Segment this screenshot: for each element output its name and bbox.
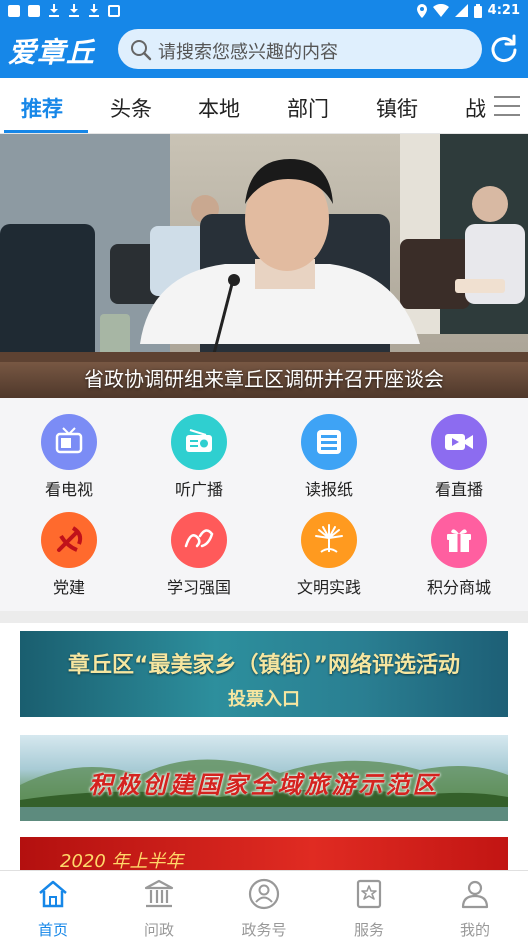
service-icon — [356, 879, 382, 909]
grid-label: 文明实践 — [296, 578, 361, 597]
location-icon — [416, 3, 427, 18]
banner-photo — [0, 134, 528, 398]
grid-item-points-mall[interactable]: 积分商城 — [399, 512, 519, 598]
wifi-icon — [432, 4, 449, 17]
nav-label: 首页 — [37, 921, 68, 938]
profile-icon — [461, 880, 489, 909]
promo-banner-tourism[interactable]: 积极创建国家全域旅游示范区 — [20, 735, 508, 821]
grid-label: 读报纸 — [304, 480, 353, 499]
tab-recommend[interactable]: 推荐 — [21, 93, 63, 123]
grid-label: 积分商城 — [426, 578, 491, 597]
grid-item-xuexi[interactable]: 学习强国 — [139, 512, 259, 598]
nav-home[interactable]: 首页 — [3, 877, 103, 938]
nav-label: 服务 — [353, 921, 384, 938]
app-logo: 爱章丘 — [8, 36, 96, 69]
image-icon — [108, 4, 120, 17]
tab-local[interactable]: 本地 — [198, 93, 240, 123]
grid-label: 看直播 — [434, 480, 483, 499]
promo-banner-vote[interactable]: 章丘区“最美家乡（镇街）”网络评选活动 投票入口 — [20, 631, 508, 717]
clock: 4:21 — [487, 3, 520, 18]
nav-label: 我的 — [459, 921, 490, 938]
newspaper-icon — [301, 414, 357, 470]
grid-label: 看电视 — [44, 480, 93, 499]
promo-banners: 章丘区“最美家乡（镇街）”网络评选活动 投票入口 积极创建国家全域旅游示范区 2… — [0, 623, 528, 877]
app-notification-icon — [28, 4, 40, 17]
tab-headlines[interactable]: 头条 — [110, 93, 152, 123]
signal-icon — [454, 4, 468, 17]
feature-grid: 看电视 听广播 读报纸 看直播 党建 学习强国 文明实践 积分商城 — [0, 398, 528, 611]
bottom-navigation: 首页 问政 政务号 服务 我的 — [0, 870, 528, 938]
tab-departments[interactable]: 部门 — [287, 93, 329, 123]
grid-item-party[interactable]: 党建 — [9, 512, 129, 598]
search-input[interactable]: 请搜索您感兴趣的内容 — [118, 29, 482, 69]
app-screen: 4:21 爱章丘 请搜索您感兴趣的内容 推荐 头条 本地 部门 镇街 战 省政协… — [0, 0, 528, 938]
promo-title: 积极创建国家全域旅游示范区 — [88, 771, 440, 799]
refresh-icon[interactable] — [488, 34, 518, 64]
nav-profile[interactable]: 我的 — [425, 877, 525, 938]
party-icon — [41, 512, 97, 568]
system-icons: 4:21 — [416, 3, 520, 18]
civilization-icon — [301, 512, 357, 568]
download-icon — [48, 4, 60, 17]
nav-inquiry[interactable]: 问政 — [109, 877, 209, 938]
grid-label: 学习强国 — [166, 578, 231, 597]
promo-title: 章丘区“最美家乡（镇街）”网络评选活动 — [68, 653, 460, 678]
news-banner[interactable]: 省政协调研组来章丘区调研并召开座谈会 — [0, 134, 528, 398]
xuexi-icon — [171, 512, 227, 568]
battery-icon — [473, 3, 482, 18]
radio-icon — [171, 414, 227, 470]
download-icon — [68, 4, 80, 17]
gov-account-icon — [248, 878, 280, 910]
app-header: 爱章丘 请搜索您感兴趣的内容 — [0, 22, 528, 78]
search-icon — [131, 40, 152, 61]
grid-label: 听广播 — [174, 480, 223, 499]
tv-icon — [41, 414, 97, 470]
nav-gov-accounts[interactable]: 政务号 — [214, 877, 314, 938]
grid-item-tv[interactable]: 看电视 — [9, 414, 129, 500]
active-tab-indicator — [4, 130, 88, 133]
nav-services[interactable]: 服务 — [319, 877, 419, 938]
nav-label: 政务号 — [241, 921, 287, 938]
channel-menu-icon[interactable] — [494, 96, 520, 116]
channel-tabs: 推荐 头条 本地 部门 镇街 战 — [0, 78, 528, 134]
section-divider — [0, 611, 528, 623]
search-placeholder: 请搜索您感兴趣的内容 — [158, 42, 338, 63]
app-notification-icon — [8, 4, 20, 17]
notification-icons — [8, 4, 120, 17]
grid-item-radio[interactable]: 听广播 — [139, 414, 259, 500]
tab-partial[interactable]: 战 — [465, 93, 486, 123]
gift-icon — [431, 512, 487, 568]
nav-label: 问政 — [143, 921, 174, 938]
grid-item-newspaper[interactable]: 读报纸 — [269, 414, 389, 500]
download-icon — [88, 4, 100, 17]
tab-towns[interactable]: 镇街 — [376, 93, 418, 123]
grid-item-live[interactable]: 看直播 — [399, 414, 519, 500]
banner-caption: 省政协调研组来章丘区调研并召开座谈会 — [84, 367, 444, 391]
grid-item-civilization[interactable]: 文明实践 — [269, 512, 389, 598]
live-video-icon — [431, 414, 487, 470]
home-icon — [39, 880, 67, 908]
grid-label: 党建 — [52, 578, 85, 597]
promo-subtitle: 投票入口 — [228, 689, 300, 710]
government-icon — [144, 879, 174, 908]
status-bar: 4:21 — [0, 0, 528, 22]
